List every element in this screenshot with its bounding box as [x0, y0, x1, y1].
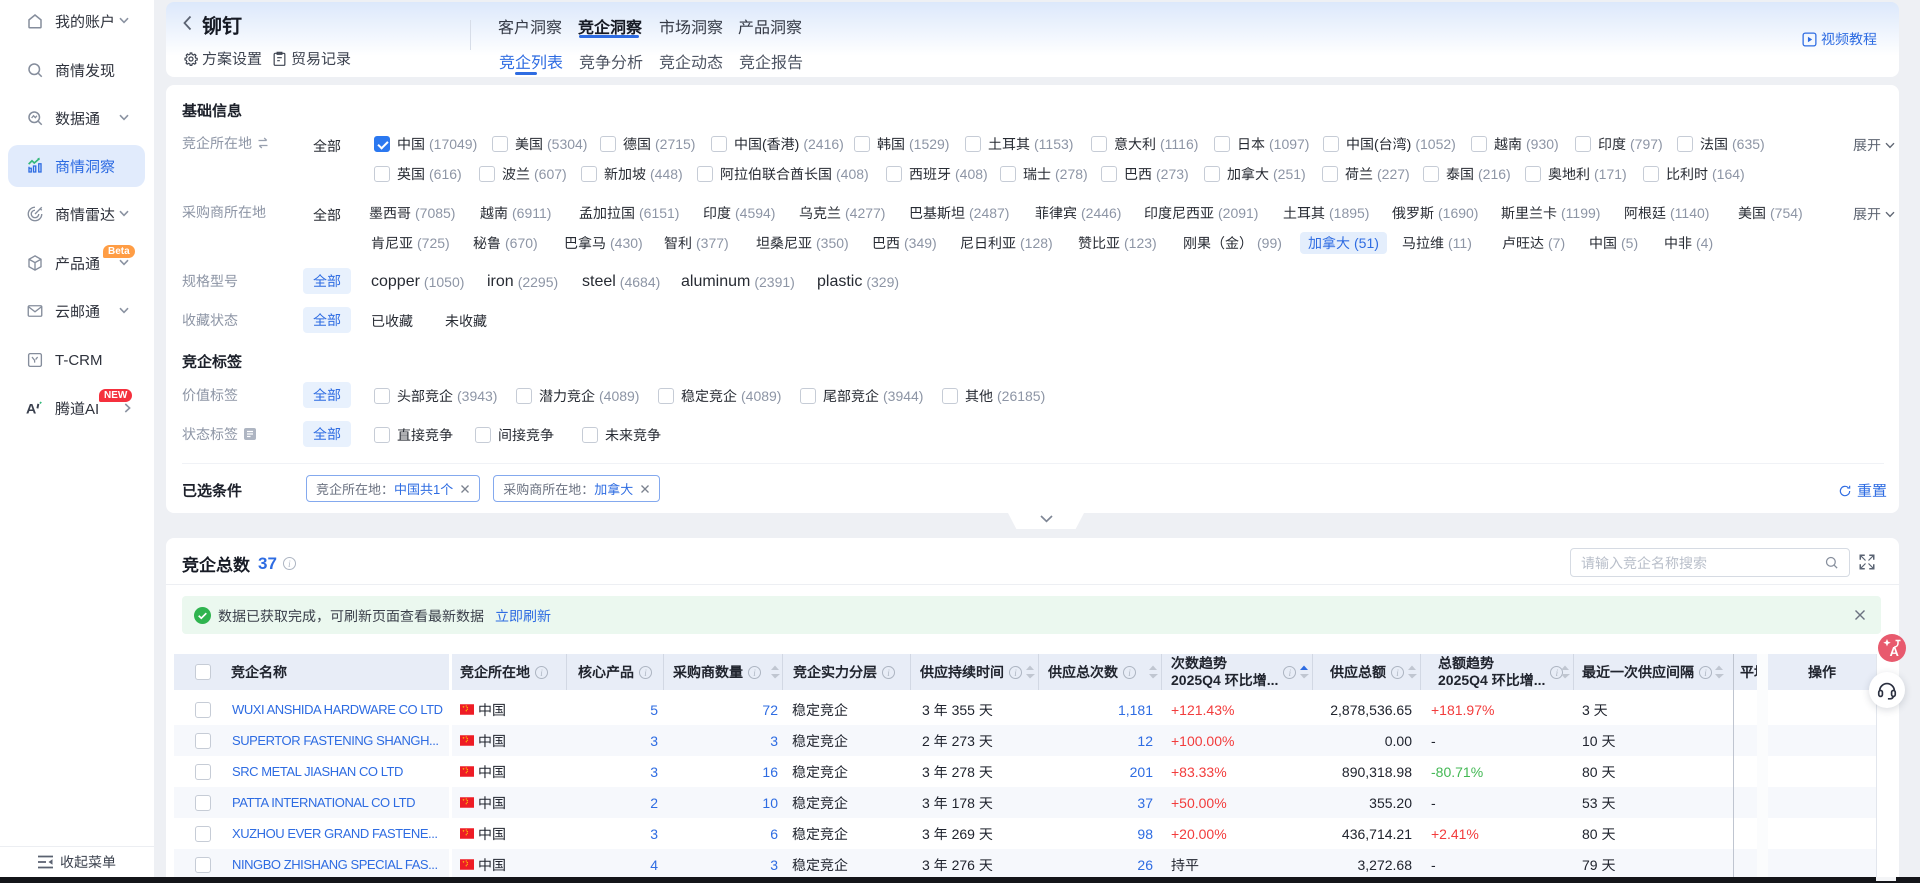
svg-text:A: A: [26, 401, 36, 417]
